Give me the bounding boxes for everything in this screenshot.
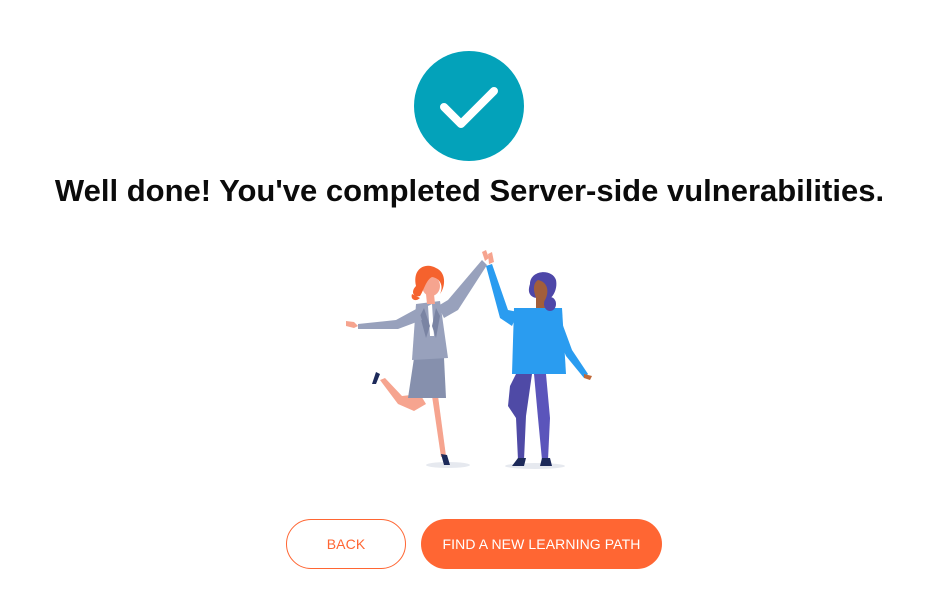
completion-heading: Well done! You've completed Server-side …	[54, 173, 885, 208]
find-learning-path-button[interactable]: FIND A NEW LEARNING PATH	[421, 519, 662, 569]
back-button[interactable]: BACK	[286, 519, 406, 569]
check-circle-icon	[414, 51, 524, 161]
high-five-illustration	[346, 250, 592, 469]
completion-page: Well done! You've completed Server-side …	[0, 0, 941, 604]
